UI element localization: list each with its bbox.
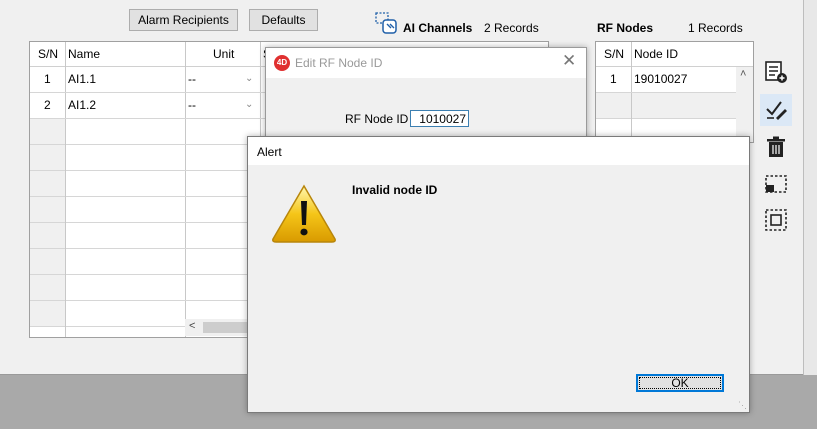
app-icon: 4D bbox=[274, 55, 290, 71]
empty-row bbox=[30, 145, 65, 171]
ok-button[interactable]: OK bbox=[636, 374, 724, 392]
empty-row bbox=[30, 275, 65, 301]
empty-row bbox=[30, 301, 65, 327]
row-sn: 2 bbox=[44, 98, 51, 112]
vertical-scrollbar[interactable]: ˄ bbox=[736, 67, 753, 142]
alert-dialog: Alert Invalid node ID OK ⋱ bbox=[247, 136, 750, 413]
col-unit[interactable]: Unit bbox=[213, 42, 234, 66]
row-name: AI1.1 bbox=[68, 72, 97, 86]
row-node-id: 19010027 bbox=[634, 72, 688, 86]
row-name: AI1.2 bbox=[68, 98, 97, 112]
row-sn: 1 bbox=[44, 72, 51, 86]
scroll-left-icon[interactable]: < bbox=[189, 320, 195, 332]
ai-channels-title: AI Channels bbox=[403, 21, 473, 35]
select-all-icon[interactable] bbox=[764, 208, 788, 232]
alert-message: Invalid node ID bbox=[352, 183, 438, 197]
empty-row bbox=[30, 119, 65, 145]
empty-row bbox=[596, 93, 631, 119]
rf-node-id-label: RF Node ID bbox=[345, 112, 409, 126]
col-name[interactable]: Name bbox=[68, 42, 100, 66]
alert-title: Alert bbox=[257, 145, 282, 159]
add-record-icon[interactable] bbox=[764, 60, 788, 84]
select-area-icon[interactable] bbox=[764, 172, 788, 196]
alarm-recipients-button[interactable]: Alarm Recipients bbox=[129, 9, 238, 31]
warning-icon bbox=[272, 184, 336, 243]
resize-grip-icon[interactable]: ⋱ bbox=[738, 400, 747, 411]
dialog-title: Edit RF Node ID bbox=[295, 56, 383, 70]
empty-row bbox=[632, 93, 736, 119]
table-row[interactable]: 1 19010027 bbox=[596, 67, 736, 93]
empty-row bbox=[30, 197, 65, 223]
row-sn: 1 bbox=[610, 72, 617, 86]
chevron-down-icon[interactable]: ⌄ bbox=[245, 66, 253, 91]
col-sn[interactable]: S/N bbox=[38, 42, 58, 66]
close-icon[interactable]: ✕ bbox=[562, 51, 576, 71]
window-edge bbox=[803, 0, 817, 375]
scroll-up-icon[interactable]: ˄ bbox=[740, 68, 746, 80]
col-node-id[interactable]: Node ID bbox=[634, 42, 678, 66]
dialog-titlebar: Alert bbox=[248, 137, 749, 165]
channels-icon bbox=[375, 12, 397, 34]
table-header: S/N Node ID bbox=[596, 42, 753, 67]
row-unit[interactable]: -- bbox=[188, 67, 196, 92]
rf-nodes-title: RF Nodes bbox=[597, 21, 654, 35]
empty-row bbox=[30, 223, 65, 249]
ai-channels-records: 2 Records bbox=[484, 21, 539, 35]
delete-icon[interactable] bbox=[764, 135, 788, 159]
empty-row bbox=[30, 249, 65, 275]
rf-node-id-input[interactable]: 1010027 bbox=[410, 110, 469, 127]
row-unit[interactable]: -- bbox=[188, 93, 196, 118]
col-sn[interactable]: S/N bbox=[604, 42, 624, 66]
dialog-titlebar: 4D Edit RF Node ID ✕ bbox=[266, 48, 586, 78]
rf-nodes-records: 1 Records bbox=[688, 21, 743, 35]
empty-row bbox=[30, 171, 65, 197]
defaults-button[interactable]: Defaults bbox=[249, 9, 318, 31]
edit-record-icon[interactable] bbox=[764, 97, 788, 121]
chevron-down-icon[interactable]: ⌄ bbox=[245, 92, 253, 117]
rf-nodes-table[interactable]: S/N Node ID 1 19010027 ˄ bbox=[595, 41, 754, 143]
ok-button-label: OK bbox=[639, 377, 721, 389]
